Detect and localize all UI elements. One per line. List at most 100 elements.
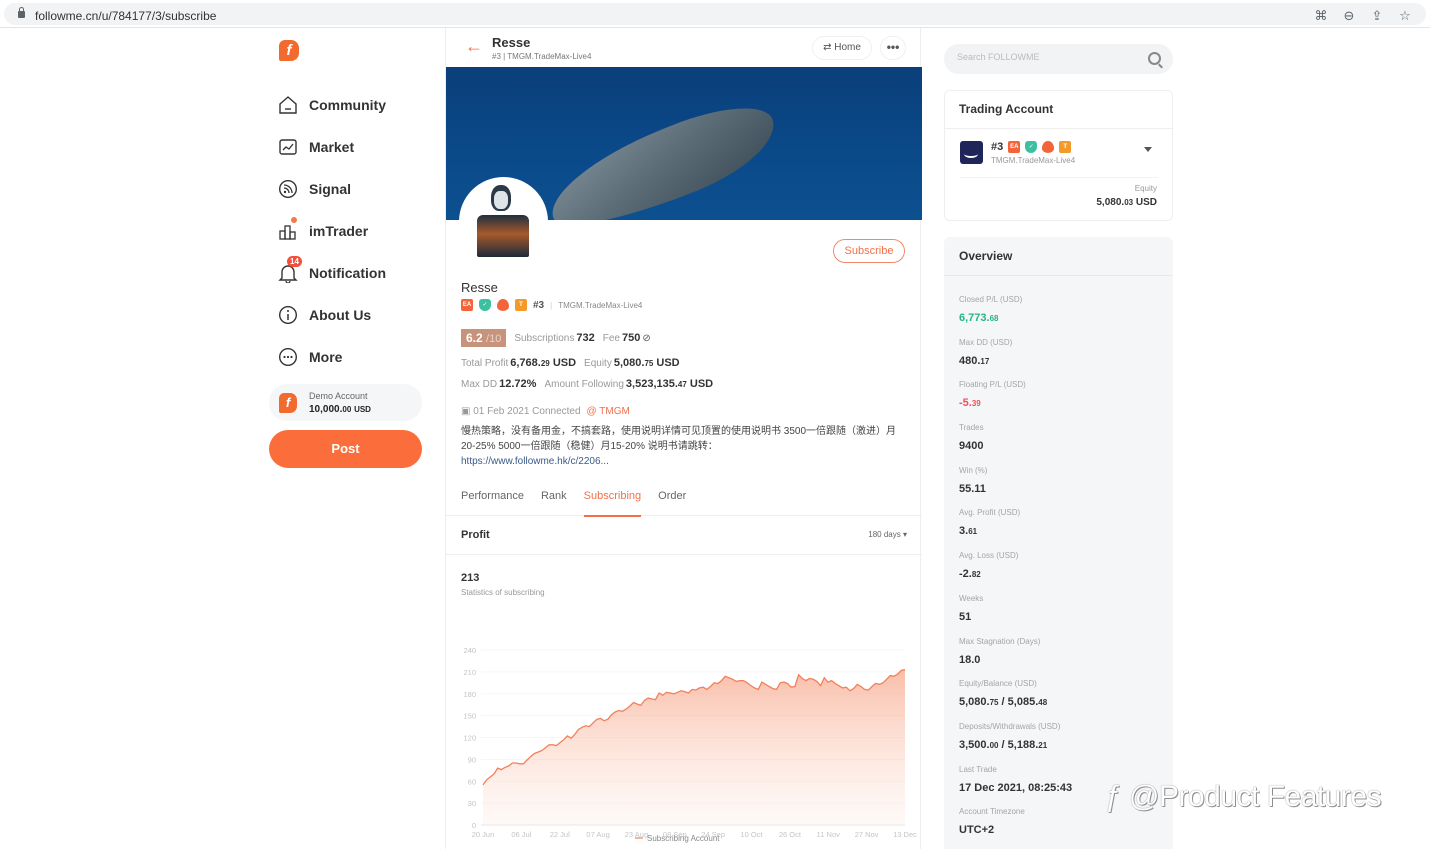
overview-value-int: 51 [959,610,972,623]
fee-value: 750 [621,332,641,344]
post-button[interactable]: Post [269,430,422,468]
equity-int: 5,080. [613,357,645,369]
tab-subscribing[interactable]: Subscribing [583,483,642,517]
dd-row: Max DD 12.72% Amount Following 3,523,135… [461,378,721,390]
currency: USD [689,378,714,390]
equity-label: Equity [584,357,612,369]
caret-down-icon[interactable] [1144,147,1152,152]
currency: USD [656,357,680,369]
x-tick-label: 26 Oct [779,830,802,839]
sidebar-item-notification[interactable]: 14 Notification [277,252,386,294]
trading-account-title: Trading Account [945,91,1172,129]
overview-value-int: 18.0 [959,653,981,666]
divider [960,177,1158,178]
sidebar-item-about-us[interactable]: About Us [277,294,386,336]
range-dropdown[interactable]: 180 days ▾ [868,530,907,539]
overview-item: Weeks 51 [959,592,1158,635]
hot-fire-icon [497,299,509,311]
description-link[interactable]: https://www.followme.hk/c/2206... [461,456,609,467]
equity-dec: 03 [1124,198,1134,207]
score-value: 6.2 [466,331,483,345]
avatar[interactable] [459,177,548,266]
overview-value-int2: / 5,085. [998,696,1039,709]
zoom-out-icon[interactable]: ⊖ [1342,8,1356,24]
lock-icon [18,7,25,18]
y-tick-label: 180 [463,690,476,699]
overview-item-label: Floating P/L (USD) [959,380,1026,390]
profit-chart: 0 30 60 90 120 150 180 210 240 20 Jun 06 Jul 22 Ju… [463,646,917,843]
overview-item-label: Last Trade [959,764,997,774]
avatar-body [477,215,529,257]
overview-item: Win (%) 55.11 [959,464,1158,507]
address-bar[interactable]: followme.cn/u/784177/3/subscribe ⌘ ⊖ ⇪ ☆ [4,3,1426,25]
overview-item: Max DD (USD) 480.17 [959,336,1158,379]
bookmark-star-icon[interactable]: ☆ [1398,8,1412,24]
subscribe-button[interactable]: Subscribe [833,239,905,263]
overview-value-int: 3,500. [959,738,990,751]
currency: USD [1135,197,1157,208]
ea-badge-icon: EA [1008,141,1021,153]
balance-dec: 00 [342,405,352,414]
sidebar-item-label: More [309,349,343,365]
profile-name: Resse [461,280,498,295]
overview-item-value: UTC+2 [959,824,1158,836]
browser-toolbar: followme.cn/u/784177/3/subscribe ⌘ ⊖ ⇪ ☆ [0,0,1430,28]
search-icon[interactable] [1148,52,1161,65]
sidebar-item-imtrader[interactable]: imTrader [277,210,386,252]
overview-list: Closed P/L (USD) 6,773.68 Max DD (USD) 480.… [944,276,1173,848]
overview-title: Overview [944,237,1173,276]
whale-image [537,89,787,220]
subscriptions-value: 732 [576,332,595,344]
overview-value-dec: 17 [980,356,990,366]
more-options-button[interactable]: ••• [880,36,906,60]
overview-item-label: Avg. Loss (USD) [959,551,1019,561]
back-arrow-icon[interactable]: ← [465,36,483,57]
followme-logo[interactable]: f [279,40,299,61]
home-button[interactable]: ⇄ Home [812,36,872,60]
overview-item-label: Max DD (USD) [959,337,1013,347]
overview-item: Floating P/L (USD) -5.39 [959,378,1158,421]
overview-item-label: Deposits/Withdrawals (USD) [959,721,1061,731]
t-badge-icon: T [1059,141,1072,153]
overview-item-value: 9400 [959,440,1158,452]
sidebar-item-community[interactable]: Community [277,84,386,126]
tab-order[interactable]: Order [658,483,686,516]
chart-icon [277,136,299,158]
share-icon[interactable]: ⇪ [1370,8,1384,24]
tab-performance[interactable]: Performance [461,483,524,516]
sidebar-item-signal[interactable]: Signal [277,168,386,210]
coin-icon: ⊘ [642,332,651,344]
url-text[interactable]: followme.cn/u/784177/3/subscribe [35,9,216,23]
header-name: Resse [492,35,531,50]
swap-icon: ⇄ [823,42,832,53]
amount-following-int: 3,523,135. [625,378,678,390]
overview-item-value: -5.39 [959,397,1158,409]
trading-account-row[interactable]: #3 EA ✓ T [991,141,1072,153]
watermark-text: @Product Features [1129,780,1382,813]
main-content: ← Resse #3 | TMGM.TradeMax-Live4 ⇄ Home … [445,28,922,849]
tab-rank[interactable]: Rank [541,483,567,516]
overview-value-int: UTC+2 [959,824,995,837]
bar-chart-icon [277,217,299,242]
home-label: Home [834,42,861,53]
overview-item-value: 55.11 [959,483,1158,495]
broker-link[interactable]: @ TMGM [587,406,630,417]
balance-currency: USD [354,405,371,414]
profile-tags: EA ✓ T #3 | TMGM.TradeMax-Live4 [461,299,642,311]
overview-value-dec: 75 [989,698,999,708]
translate-icon[interactable]: ⌘ [1314,8,1328,24]
overview-item-value: 480.17 [959,355,1158,367]
y-tick-label: 30 [468,799,476,808]
overview-value-dec: 39 [971,399,981,409]
overview-item: Avg. Loss (USD) -2.82 [959,549,1158,592]
search-box[interactable] [944,44,1173,74]
more-icon [277,346,299,368]
sidebar-item-more[interactable]: More [277,336,386,378]
total-profit-dec: 29 [540,359,550,368]
y-tick-label: 90 [468,755,476,764]
overview-item-label: Win (%) [959,465,988,475]
sidebar-item-market[interactable]: Market [277,126,386,168]
total-profit-label: Total Profit [461,357,509,369]
search-input[interactable] [957,52,1137,62]
demo-account-card[interactable]: f Demo Account 10,000.00 USD [269,384,422,421]
